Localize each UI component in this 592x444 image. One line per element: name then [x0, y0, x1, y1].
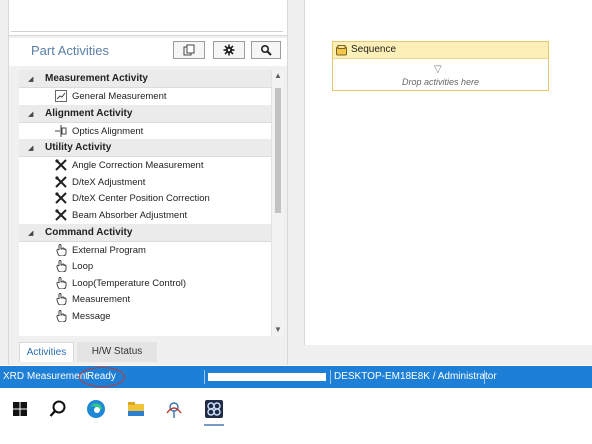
tools-icon: [55, 192, 67, 205]
sequence-container[interactable]: Sequence ▽ Drop activities here: [332, 41, 549, 91]
part-activities-panel: Part Activities ◢ Measurement Activity G…: [8, 0, 288, 365]
hand-pointer-icon: [56, 243, 67, 256]
tree-item-external-program[interactable]: External Program: [19, 242, 271, 259]
sequence-title: Sequence: [351, 44, 397, 55]
tools-icon: [55, 209, 67, 221]
category-label: Command Activity: [45, 226, 133, 238]
edge-browser-icon: [87, 400, 105, 418]
category-label: Alignment Activity: [45, 107, 133, 119]
tree-item-angle-correction[interactable]: Angle Correction Measurement: [19, 157, 271, 174]
tab-hw-status[interactable]: H/W Status: [77, 342, 157, 362]
collapse-arrow-icon[interactable]: ◢: [28, 229, 33, 237]
collapse-arrow-icon[interactable]: ◢: [28, 110, 33, 118]
app-logo-icon: [205, 400, 223, 418]
status-separator: [204, 370, 205, 384]
xrd-app-icon: [166, 402, 182, 418]
panel-header: Part Activities: [9, 38, 287, 66]
tree-category-measurement[interactable]: ◢ Measurement Activity: [19, 70, 271, 88]
item-label: D/teX Center Position Correction: [72, 193, 210, 205]
taskbar-explorer-button[interactable]: [118, 392, 154, 426]
tree-item-measurement[interactable]: Measurement: [19, 291, 271, 308]
hand-pointer-icon: [56, 276, 67, 289]
sequence-icon: [336, 45, 347, 56]
taskbar-xrd-button[interactable]: [156, 392, 192, 426]
item-label: Angle Correction Measurement: [72, 160, 204, 172]
tools-icon: [55, 176, 67, 188]
search-button[interactable]: [251, 41, 281, 59]
collapse-arrow-icon[interactable]: ◢: [28, 144, 33, 152]
category-label: Utility Activity: [45, 142, 112, 154]
item-label: Message: [72, 310, 111, 322]
category-label: Measurement Activity: [45, 73, 148, 84]
hand-pointer-icon: [56, 260, 67, 273]
gear-icon: [223, 44, 235, 56]
hand-pointer-icon: [56, 309, 67, 322]
annotation-circle: [79, 367, 125, 387]
tree-item-loop-temperature[interactable]: Loop(Temperature Control): [19, 275, 271, 292]
tree-item-message[interactable]: Message: [19, 308, 271, 325]
scroll-up-icon[interactable]: ▲: [272, 70, 284, 82]
sequence-designer: Sequence ▽ Drop activities here: [304, 0, 592, 345]
tree-category-utility[interactable]: ◢ Utility Activity: [19, 139, 271, 158]
status-progress-bar: [208, 373, 326, 381]
taskbar-edge-button[interactable]: [78, 392, 114, 426]
status-user: DESKTOP-EM18E8K / Administrator: [334, 371, 497, 382]
windows-start-icon: [13, 402, 27, 416]
copy-icon: [183, 44, 195, 56]
item-label: External Program: [72, 244, 146, 256]
tree-scrollbar[interactable]: ▲ ▼: [271, 70, 284, 336]
tab-activities[interactable]: Activities: [19, 342, 74, 362]
upper-pane-inner: [11, 0, 283, 32]
upper-pane: [9, 0, 287, 36]
alignment-icon: [55, 124, 67, 137]
tree-item-dtex-adjustment[interactable]: D/teX Adjustment: [19, 174, 271, 191]
drop-arrow-icon: ▽: [434, 64, 442, 75]
tools-icon: [55, 159, 67, 171]
taskbar-app-button[interactable]: [196, 392, 232, 426]
scroll-down-icon[interactable]: ▼: [272, 324, 284, 336]
item-label: Beam Absorber Adjustment: [72, 209, 188, 221]
collapse-arrow-icon[interactable]: ◢: [28, 75, 33, 83]
scrollbar-thumb[interactable]: [275, 88, 281, 213]
copy-button[interactable]: [173, 41, 205, 59]
item-label: D/teX Adjustment: [72, 176, 146, 188]
start-button[interactable]: [2, 392, 38, 426]
tree-item-general-measurement[interactable]: General Measurement: [19, 88, 271, 105]
hand-pointer-icon: [56, 293, 67, 306]
item-label: Loop(Temperature Control): [72, 277, 187, 289]
status-app-name: XRD Measurement: [3, 371, 89, 382]
sequence-header[interactable]: Sequence: [333, 42, 548, 59]
tree-category-alignment[interactable]: ◢ Alignment Activity: [19, 104, 271, 123]
drop-hint: Drop activities here: [401, 77, 480, 87]
search-icon: [49, 400, 66, 417]
windows-taskbar: [0, 388, 592, 444]
status-separator: [484, 370, 485, 384]
item-label: Measurement: [72, 294, 131, 306]
active-app-indicator: [204, 424, 224, 426]
panel-title: Part Activities: [31, 43, 110, 58]
item-label: General Measurement: [72, 91, 167, 102]
activity-tree: ◢ Measurement Activity General Measureme…: [19, 70, 271, 336]
status-bar: XRD Measurement Ready DESKTOP-EM18E8K / …: [0, 366, 592, 388]
item-label: Optics Alignment: [72, 125, 144, 137]
tree-item-dtex-center[interactable]: D/teX Center Position Correction: [19, 190, 271, 207]
taskbar-search-button[interactable]: [40, 392, 76, 426]
settings-button[interactable]: [213, 41, 245, 59]
application-window: Part Activities ◢ Measurement Activity G…: [0, 0, 592, 365]
panel-tabs: Activities H/W Status: [19, 342, 287, 362]
status-separator: [330, 370, 331, 384]
tree-category-command[interactable]: ◢ Command Activity: [19, 223, 271, 242]
search-icon: [260, 44, 272, 56]
chart-icon: [55, 90, 67, 102]
tree-item-optics-alignment[interactable]: Optics Alignment: [19, 123, 271, 140]
item-label: Loop: [72, 261, 94, 273]
tree-item-beam-absorber[interactable]: Beam Absorber Adjustment: [19, 207, 271, 224]
file-explorer-icon: [128, 402, 144, 416]
tree-item-loop[interactable]: Loop: [19, 258, 271, 275]
